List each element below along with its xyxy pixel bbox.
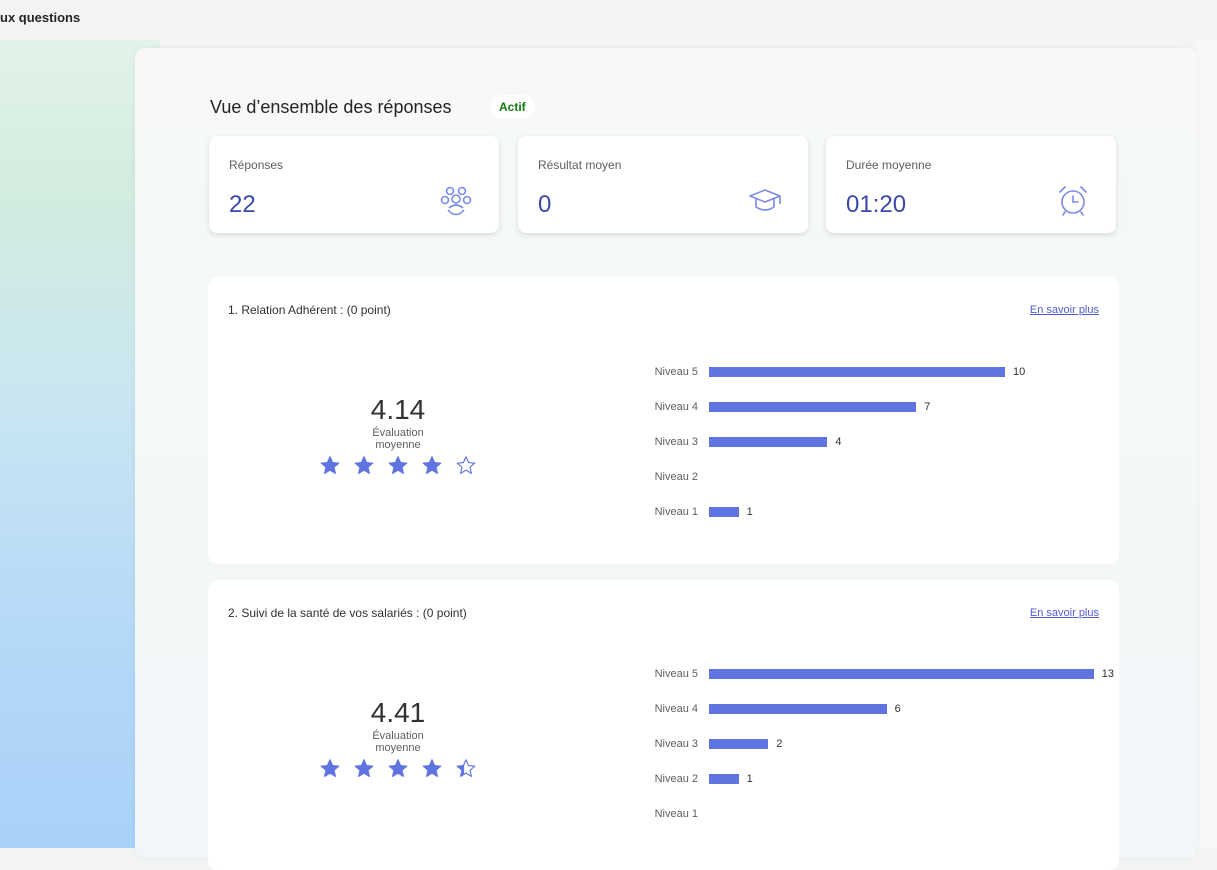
bar: [709, 704, 887, 714]
bar-label: Niveau 1: [654, 506, 698, 518]
bar-label: Niveau 1: [654, 808, 698, 820]
average-rating-label: Évaluation moyenne: [372, 427, 424, 451]
star-filled-icon: [422, 456, 442, 474]
star-half-icon: [456, 759, 476, 777]
average-score-value: 0: [538, 191, 552, 218]
graduation-cap-icon: [749, 189, 781, 211]
page-title: ux questions: [0, 10, 81, 25]
responses-label: Réponses: [229, 158, 284, 172]
star-filled-icon: [354, 456, 374, 474]
responses-value: 22: [229, 191, 256, 218]
star-filled-icon: [320, 456, 340, 474]
star-filled-icon: [354, 759, 374, 777]
question-card-1: 1. Relation Adhérent : (0 point) En savo…: [208, 277, 1119, 564]
average-rating-block: 4.14 Évaluation moyenne: [308, 393, 488, 476]
overview-title: Vue d’ensemble des réponses: [210, 97, 452, 117]
responses-card: Réponses 22: [209, 136, 499, 233]
star-rating: [308, 758, 488, 779]
average-rating-label: Évaluation moyenne: [372, 730, 424, 754]
average-rating-value: 4.41: [370, 697, 426, 728]
average-rating-value: 4.14: [370, 394, 426, 425]
learn-more-link[interactable]: En savoir plus: [1030, 304, 1099, 316]
average-score-label: Résultat moyen: [538, 158, 622, 172]
bar-label: Niveau 3: [654, 436, 698, 448]
star-filled-icon: [388, 456, 408, 474]
average-duration-label: Durée moyenne: [846, 158, 932, 172]
people-icon: [440, 186, 472, 216]
bar: [709, 367, 1005, 377]
status-badge: Actif: [490, 95, 535, 119]
bar-label: Niveau 3: [654, 738, 698, 750]
bar: [709, 669, 1094, 679]
bar: [709, 739, 769, 749]
bar-label: Niveau 2: [654, 471, 698, 483]
bar-value-label: 1: [746, 506, 753, 518]
alarm-clock-icon: [1059, 186, 1087, 216]
bar: [709, 774, 739, 784]
average-duration-card: Durée moyenne 01:20: [826, 136, 1116, 233]
star-filled-icon: [422, 759, 442, 777]
bar-value-label: 7: [924, 401, 931, 413]
bar-label: Niveau 5: [654, 668, 698, 680]
question-card-2: 2. Suivi de la santé de vos salariés : (…: [208, 580, 1119, 870]
star-empty-icon: [456, 456, 476, 474]
average-score-card: Résultat moyen 0: [518, 136, 808, 233]
bar: [709, 402, 917, 412]
star-rating: [308, 455, 488, 476]
bar-value-label: 4: [835, 436, 842, 448]
star-filled-icon: [388, 759, 408, 777]
bar-label: Niveau 2: [654, 773, 698, 785]
bar-value-label: 2: [776, 738, 783, 750]
bar-label: Niveau 4: [654, 401, 698, 413]
right-background: [1197, 40, 1217, 848]
question-title: 2. Suivi de la santé de vos salariés : (…: [228, 606, 467, 620]
bar-value-label: 10: [1013, 366, 1026, 378]
top-bar: [0, 0, 1217, 40]
bar-label: Niveau 4: [654, 703, 698, 715]
bar-value-label: 1: [746, 773, 753, 785]
bar-value-label: 13: [1101, 668, 1115, 680]
star-filled-icon: [320, 759, 340, 777]
average-rating-block: 4.41 Évaluation moyenne: [308, 696, 488, 779]
bar: [709, 437, 828, 447]
question-title: 1. Relation Adhérent : (0 point): [228, 303, 391, 317]
bar-value-label: 6: [894, 703, 901, 715]
bar-label: Niveau 5: [654, 366, 698, 378]
bar: [709, 507, 739, 517]
average-duration-value: 01:20: [846, 191, 907, 218]
learn-more-link[interactable]: En savoir plus: [1030, 607, 1099, 619]
